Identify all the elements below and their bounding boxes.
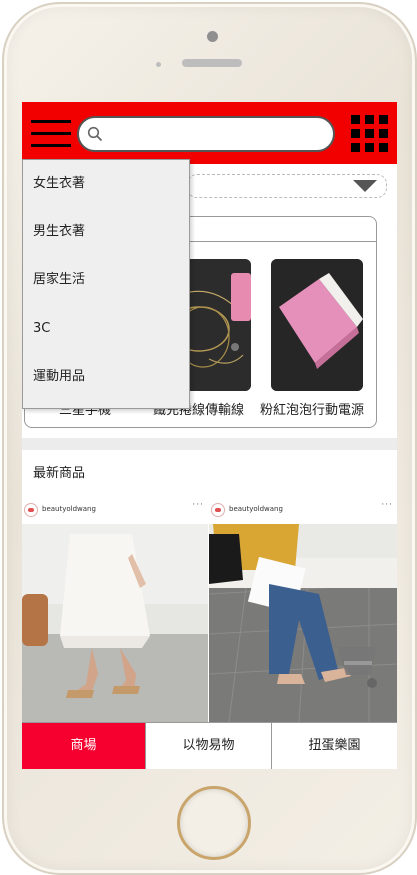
avatar[interactable] <box>24 503 38 517</box>
hamburger-menu-icon[interactable] <box>31 120 71 148</box>
app-screen: 三星手機 鐵充捲線傳輸線 粉紅泡泡行動電源 最新商品 beautyoldwang… <box>22 102 397 769</box>
product-image-power-bank[interactable] <box>271 259 363 391</box>
earpiece-speaker <box>182 59 242 67</box>
category-grid-icon[interactable] <box>351 115 389 153</box>
drawer-item-sports[interactable]: 運動用品 <box>33 365 183 389</box>
drawer-item-3c[interactable]: 3C <box>33 317 183 341</box>
power-bank-photo <box>271 259 363 391</box>
post-header: beautyoldwang ··· <box>209 498 397 524</box>
post-username[interactable]: beautyoldwang <box>42 505 96 513</box>
bottom-tab-bar: 商場 以物易物 扭蛋樂園 <box>22 722 397 769</box>
search-icon <box>87 126 103 142</box>
home-button[interactable] <box>177 786 251 860</box>
chevron-down-icon[interactable] <box>353 180 377 192</box>
section-divider <box>22 438 397 450</box>
more-options-icon[interactable]: ··· <box>192 500 204 510</box>
top-bar <box>22 102 397 164</box>
tab-gacha[interactable]: 扭蛋樂園 <box>271 723 397 769</box>
post-header: beautyoldwang ··· <box>22 498 208 524</box>
feed-post[interactable]: beautyoldwang ··· <box>22 498 208 722</box>
tab-barter[interactable]: 以物易物 <box>145 723 271 769</box>
latest-products-title: 最新商品 <box>33 466 86 481</box>
product-label[interactable]: 粉紅泡泡行動電源 <box>260 399 364 418</box>
front-camera <box>207 31 218 42</box>
search-bar[interactable] <box>77 116 335 152</box>
drawer-item-mens-clothing[interactable]: 男生衣著 <box>33 220 183 244</box>
more-options-icon[interactable]: ··· <box>381 500 393 510</box>
post-photo[interactable] <box>209 524 397 722</box>
tab-mall[interactable]: 商場 <box>22 723 145 769</box>
avatar[interactable] <box>211 503 225 517</box>
side-drawer-menu: 女生衣著 男生衣著 居家生活 3C 運動用品 <box>22 159 190 409</box>
post-username[interactable]: beautyoldwang <box>229 505 283 513</box>
post-photo[interactable] <box>22 524 208 722</box>
cart-icon[interactable] <box>336 645 378 689</box>
search-input[interactable] <box>109 124 328 146</box>
drawer-item-home-living[interactable]: 居家生活 <box>33 268 183 292</box>
proximity-sensor <box>156 62 161 67</box>
drawer-item-womens-clothing[interactable]: 女生衣著 <box>33 172 183 196</box>
